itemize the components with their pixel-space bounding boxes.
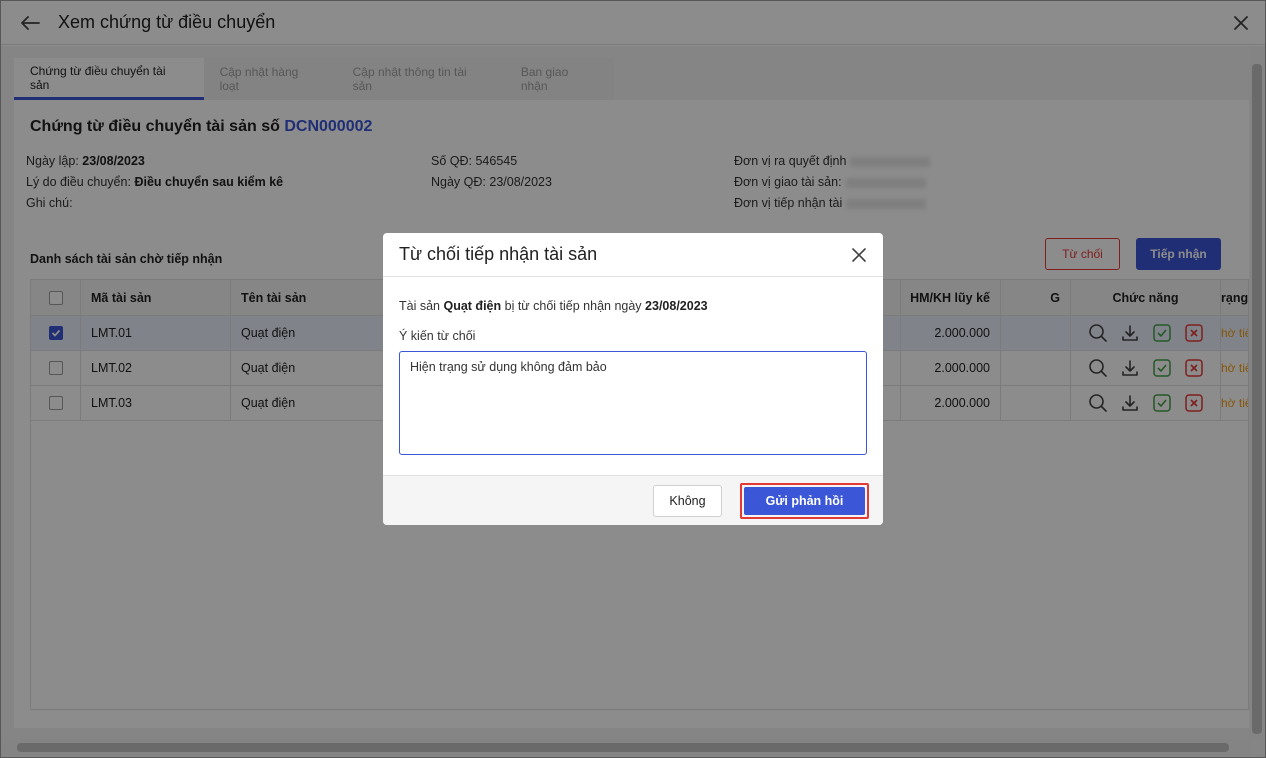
dialog-header: Từ chối tiếp nhận tài sản — [383, 233, 883, 277]
dialog-close-button[interactable] — [845, 241, 873, 269]
reason-label: Ý kiến từ chối — [399, 329, 476, 343]
msg-date: 23/08/2023 — [645, 299, 708, 313]
msg-middle: bị từ chối tiếp nhận ngày — [504, 299, 642, 313]
dialog-footer: Không Gửi phản hồi — [383, 475, 883, 525]
submit-button-highlight[interactable]: Gửi phản hồi — [740, 483, 869, 519]
dialog-message: Tài sản Quạt điện bị từ chối tiếp nhận n… — [399, 299, 708, 313]
submit-feedback-button[interactable]: Gửi phản hồi — [744, 487, 865, 515]
reject-dialog: Từ chối tiếp nhận tài sản Tài sản Quạt đ… — [383, 233, 883, 525]
msg-prefix: Tài sản — [399, 299, 440, 313]
msg-asset: Quạt điện — [443, 299, 502, 313]
cancel-button[interactable]: Không — [653, 485, 722, 517]
close-icon — [852, 248, 866, 262]
dialog-title: Từ chối tiếp nhận tài sản — [399, 244, 598, 264]
reason-textarea[interactable]: Hiện trạng sử dụng không đảm bảo — [399, 351, 867, 455]
